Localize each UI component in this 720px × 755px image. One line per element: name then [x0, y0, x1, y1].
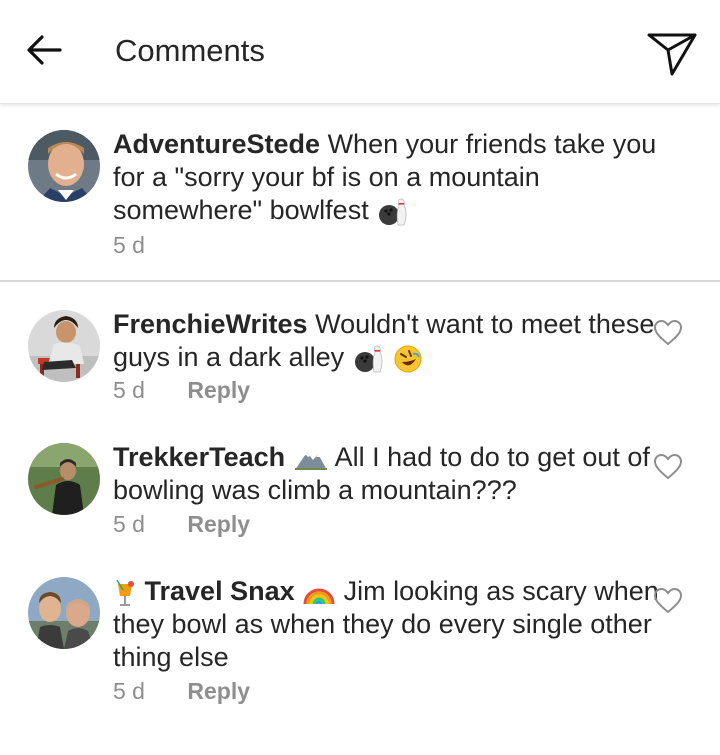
like-button[interactable] — [653, 587, 683, 615]
comment-text: TrekkerTeach All I had to do to get out … — [113, 441, 673, 507]
avatar[interactable] — [28, 577, 100, 649]
heart-icon — [653, 319, 683, 346]
reply-button[interactable]: Reply — [187, 511, 250, 537]
heart-icon — [653, 587, 683, 614]
arrow-left-icon — [27, 35, 62, 65]
mountain-icon — [294, 451, 327, 470]
avatar[interactable] — [28, 443, 100, 515]
header-bar: Comments — [0, 0, 720, 104]
page-title: Comments — [115, 33, 265, 68]
post-caption: AdventureStede When your friends take yo… — [0, 104, 720, 282]
caption-text: AdventureStede When your friends take yo… — [113, 128, 673, 227]
rofl-emoji — [394, 345, 422, 373]
avatar-image — [28, 443, 100, 515]
avatar[interactable] — [28, 130, 100, 202]
heart-icon — [653, 453, 683, 480]
avatar-image — [28, 577, 100, 649]
comment-text: FrenchieWrites Wouldn't want to meet the… — [113, 308, 673, 374]
cocktail-icon — [116, 579, 134, 606]
comment-username[interactable]: FrenchieWrites — [113, 309, 308, 339]
comment-meta: 5 d Reply — [113, 377, 250, 404]
caption-username[interactable]: AdventureStede — [113, 129, 320, 159]
bowling-icon — [379, 198, 407, 226]
comment-username[interactable]: Travel Snax — [145, 576, 295, 606]
comment-meta: 5 d Reply — [113, 511, 250, 538]
avatar[interactable] — [28, 310, 100, 382]
comment-text: Travel Snax Jim looking as scary when th… — [113, 575, 673, 674]
back-button[interactable] — [22, 28, 66, 72]
avatar-image — [28, 310, 100, 382]
reply-button[interactable]: Reply — [187, 377, 250, 403]
comment-timestamp: 5 d — [113, 377, 145, 403]
comment-meta: 5 d Reply — [113, 678, 250, 705]
direct-send-button[interactable] — [644, 26, 700, 78]
reply-button[interactable]: Reply — [187, 678, 250, 704]
like-button[interactable] — [653, 453, 683, 481]
comment-timestamp: 5 d — [113, 678, 145, 704]
rainbow-icon — [303, 588, 335, 605]
caption-timestamp: 5 d — [113, 232, 145, 258]
bowling-icon — [354, 345, 383, 373]
comment-username[interactable]: TrekkerTeach — [113, 442, 285, 472]
comment-timestamp: 5 d — [113, 511, 145, 537]
paper-plane-icon — [647, 33, 697, 76]
avatar-image — [28, 130, 100, 202]
like-button[interactable] — [653, 319, 683, 347]
